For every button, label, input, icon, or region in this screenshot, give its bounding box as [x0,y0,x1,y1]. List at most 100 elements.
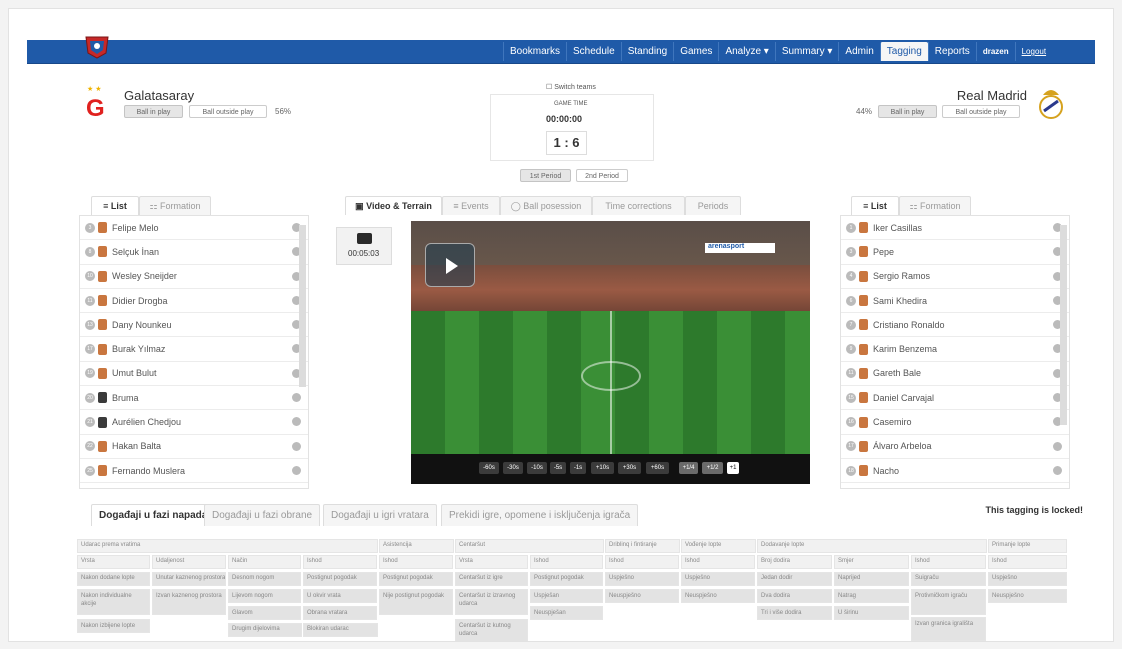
home-player-row[interactable]: 20 Bruma [80,386,308,411]
home-player-row[interactable]: 25 Fernando Muslera [80,459,308,484]
grid-option[interactable]: Unutar kaznenog prostora [152,572,226,586]
grid-option[interactable]: Centaršut iz izravnog udarca [455,589,528,615]
grid-option[interactable]: Nakon individualne akcije [77,589,150,615]
grid-option[interactable]: Jedan dodir [757,572,832,586]
nav-analyze[interactable]: Analyze ▾ [718,42,774,61]
grid-sub-header[interactable]: Ishod [379,555,453,569]
tab-defence-events[interactable]: Događaji u fazi obrane [204,504,321,526]
grid-group-header[interactable]: Udarac prema vratima [77,539,378,553]
grid-group-header[interactable]: Driblinq i fintiranje [605,539,680,553]
grid-sub-header[interactable]: Vrsta [455,555,528,569]
grid-option[interactable]: Neuspješno [988,589,1067,603]
player-options-icon[interactable] [292,417,301,427]
home-player-row[interactable]: 17 Burak Yılmaz [80,337,308,362]
grid-sub-header[interactable]: Udaljenost [152,555,226,569]
app-logo-icon[interactable] [83,33,111,59]
away-player-row[interactable]: 9 Karim Benzema [841,337,1069,362]
grid-option[interactable]: Obrana vratara [303,606,377,620]
away-player-row[interactable]: 4 Sergio Ramos [841,265,1069,289]
grid-option[interactable]: Uspješno [605,572,679,586]
tab-goalkeeper-events[interactable]: Događaji u igri vratara [323,504,437,526]
away-tab-list[interactable]: ≡ List [851,196,899,215]
grid-group-header[interactable]: Centaršut [455,539,604,553]
grid-option[interactable]: Uspješan [530,589,603,603]
grid-option[interactable]: Glavom [228,606,301,620]
grid-option[interactable]: Suigraču [911,572,986,586]
home-player-row[interactable]: 26Semih Kaya [80,483,308,488]
grid-group-header[interactable]: Dodavanje lopte [757,539,987,553]
grid-sub-header[interactable]: Ishod [988,555,1067,569]
grid-option[interactable]: Blokiran udarac [303,623,378,637]
video-timestamp-tile[interactable]: 00:05:03 [336,227,392,265]
away-ball-in-play-button[interactable]: Ball in play [878,105,937,118]
grid-option[interactable]: Uspješno [988,572,1067,586]
away-player-row[interactable]: 1 Iker Casillas [841,216,1069,241]
away-list-scrollbar[interactable] [1060,225,1067,425]
grid-option[interactable]: Lijevom nogom [228,589,301,603]
away-tab-formation[interactable]: ⚏ Formation [899,196,971,215]
away-player-row[interactable]: 16 Casemiro [841,410,1069,435]
seek-button[interactable]: +60s [646,462,669,474]
second-period-button[interactable]: 2nd Period [576,169,628,182]
seek-button[interactable]: -30s [503,462,523,474]
grid-option[interactable]: Postignut pogodak [379,572,453,586]
away-player-row[interactable]: 7 Cristiano Ronaldo [841,313,1069,338]
grid-option[interactable]: Postignut pogodak [303,572,377,586]
away-player-row[interactable]: 11 Gareth Bale [841,362,1069,387]
home-ball-outside-play-button[interactable]: Ball outside play [189,105,267,118]
seek-button[interactable]: +1/4 [679,462,698,474]
home-player-row[interactable]: 19 Umut Bulut [80,362,308,387]
home-player-row[interactable]: 10 Wesley Sneijder [80,265,308,289]
match-video-player[interactable]: arenasport -60s -30s -10s -5s -1s +10s +30s +60… [411,221,810,484]
grid-option[interactable]: Desnom nogom [228,572,301,586]
grid-option[interactable]: Protivničkom igraču [911,589,986,615]
grid-sub-header[interactable]: Broj dodira [757,555,832,569]
away-player-row[interactable]: 3 Pepe [841,240,1069,265]
seek-button[interactable]: -5s [550,462,566,474]
home-ball-in-play-button[interactable]: Ball in play [124,105,183,118]
home-player-row[interactable]: 13 Dany Nounkeu [80,313,308,338]
grid-sub-header[interactable]: Ishod [303,555,377,569]
grid-sub-header[interactable]: Način [228,555,301,569]
grid-option[interactable]: Neuspješan [530,606,603,620]
play-icon[interactable] [425,243,475,287]
nav-tagging[interactable]: Tagging [879,42,928,61]
seek-button[interactable]: -10s [527,462,547,474]
seek-button[interactable]: +30s [618,462,641,474]
grid-option[interactable]: Centaršut iz kutnog udarca [455,619,528,641]
nav-summary[interactable]: Summary ▾ [774,42,839,61]
player-options-icon[interactable] [292,465,301,475]
grid-sub-header[interactable]: Smjer [834,555,909,569]
nav-standing[interactable]: Standing [620,42,673,61]
away-player-row[interactable]: 6 Sami Khedira [841,289,1069,314]
first-period-button[interactable]: 1st Period [520,169,571,182]
nav-user[interactable]: drazen [975,42,1015,61]
seek-button[interactable]: +1 [727,462,739,474]
home-player-row[interactable]: 22 Hakan Balta [80,435,308,459]
away-player-row[interactable]: 19Luka Modrić [841,483,1069,488]
seek-button[interactable]: +1/2 [702,462,723,474]
home-player-row[interactable]: 3 Felipe Melo [80,216,308,241]
grid-option[interactable]: U okvir vrata [303,589,377,603]
grid-option[interactable]: Neuspješno [681,589,755,603]
nav-schedule[interactable]: Schedule [566,42,621,61]
seek-button[interactable]: +10s [591,462,614,474]
home-player-row[interactable]: 11 Didier Drogba [80,289,308,314]
player-options-icon[interactable] [1053,465,1062,475]
grid-option[interactable]: U širinu [834,606,909,620]
grid-group-header[interactable]: Asistencija [379,539,454,553]
tab-attack-events[interactable]: Događaji u fazi napada [91,504,216,526]
grid-group-header[interactable]: Vođenje lopte [681,539,756,553]
nav-bookmarks[interactable]: Bookmarks [503,42,566,61]
grid-sub-header[interactable]: Ishod [681,555,755,569]
grid-sub-header[interactable]: Ishod [530,555,603,569]
nav-games[interactable]: Games [673,42,718,61]
grid-option[interactable]: Drugim dijelovima [228,623,302,637]
grid-sub-header[interactable]: Ishod [911,555,986,569]
grid-option[interactable]: Izvan kaznenog prostora [152,589,226,615]
tab-ball-posession[interactable]: ◯ Ball posession [500,196,592,215]
away-player-row[interactable]: 15 Daniel Carvajal [841,386,1069,411]
tab-periods[interactable]: Periods [685,196,741,215]
grid-option[interactable]: Dva dodira [757,589,832,603]
grid-option[interactable]: Postignut pogodak [530,572,603,586]
